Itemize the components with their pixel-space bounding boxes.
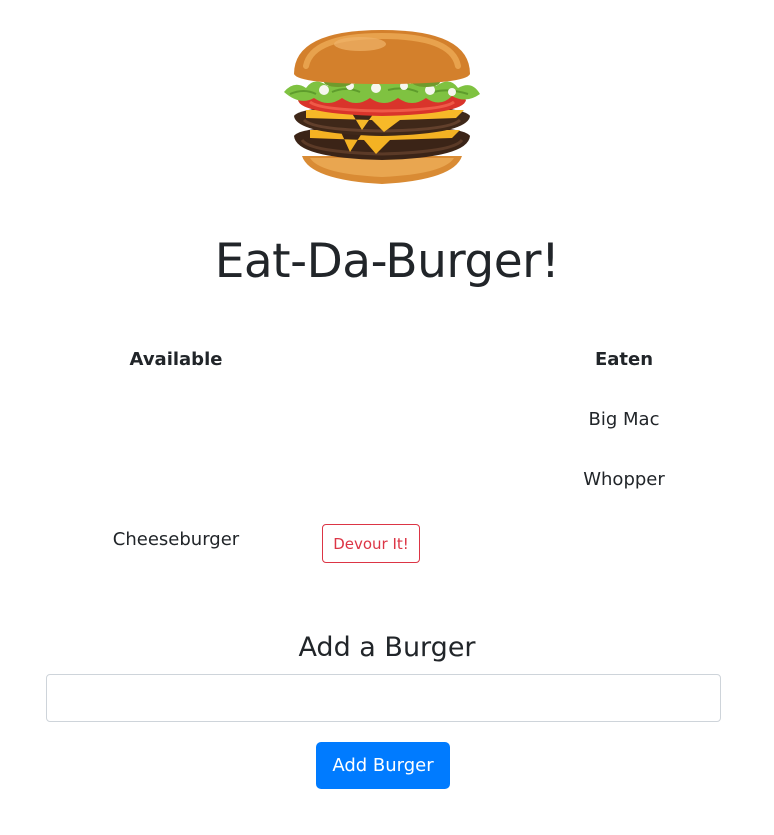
add-burger-button[interactable]: Add Burger — [316, 742, 450, 789]
add-burger-heading: Add a Burger — [298, 632, 476, 663]
available-burger-item: Cheeseburger — [112, 529, 240, 550]
eaten-burger-item: Whopper — [583, 469, 665, 490]
burger-image — [284, 30, 480, 184]
devour-button[interactable]: Devour It! — [322, 524, 420, 563]
page-title: Eat-Da-Burger! — [214, 234, 560, 289]
burger-name-input[interactable] — [46, 674, 721, 722]
eaten-header: Eaten — [594, 349, 654, 370]
eaten-burger-item: Big Mac — [588, 409, 660, 430]
available-header: Available — [129, 349, 223, 370]
